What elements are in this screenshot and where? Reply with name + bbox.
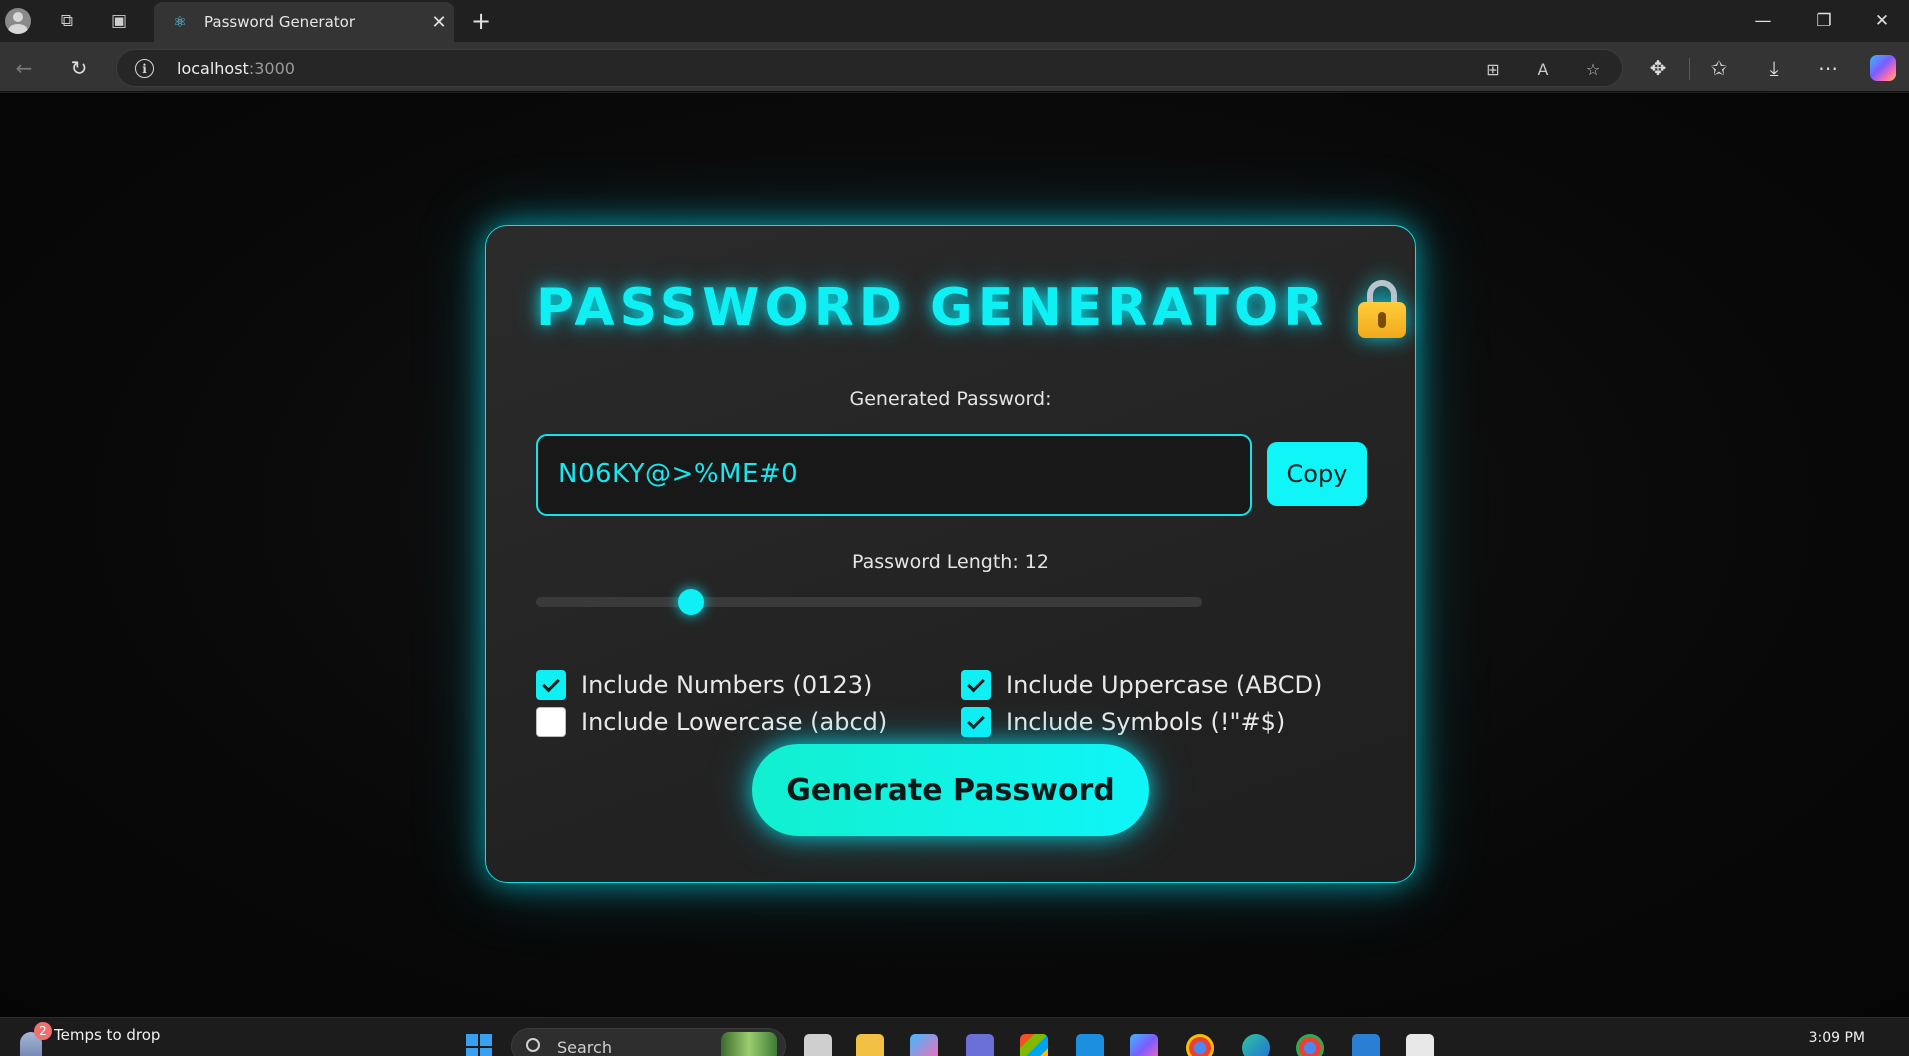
- search-placeholder: Search: [557, 1038, 612, 1056]
- new-tab-button[interactable]: +: [466, 6, 496, 36]
- address-input[interactable]: i localhost:3000 ⊞ A ☆: [116, 49, 1623, 87]
- tab-close-icon[interactable]: ✕: [424, 12, 454, 33]
- option-include-numbers[interactable]: Include Numbers (0123): [536, 670, 872, 700]
- url-host: localhost: [177, 59, 249, 78]
- snipping-tool-icon[interactable]: [1406, 1034, 1434, 1056]
- lock-icon: [1358, 278, 1407, 338]
- browser-tab-password-generator[interactable]: ⚛ Password Generator ✕: [154, 2, 454, 42]
- url-port: :3000: [248, 59, 295, 78]
- minimize-icon[interactable]: —: [1743, 6, 1783, 36]
- option-label: Include Symbols (!"#$): [1006, 708, 1286, 736]
- profile-avatar-icon[interactable]: [3, 6, 33, 36]
- url-text[interactable]: localhost:3000: [177, 59, 295, 78]
- generated-password-label: Generated Password:: [849, 388, 1052, 410]
- restore-icon[interactable]: ❐: [1804, 6, 1844, 36]
- length-slider[interactable]: [536, 589, 1202, 615]
- file-explorer-icon[interactable]: [856, 1034, 884, 1056]
- favorites-icon[interactable]: ✩: [1703, 52, 1735, 84]
- notification-badge: 2: [34, 1022, 52, 1040]
- chrome-icon[interactable]: [1186, 1034, 1214, 1056]
- favorite-star-icon[interactable]: ☆: [1580, 56, 1606, 82]
- checkbox-lowercase[interactable]: [536, 707, 566, 737]
- app-title: PASSWORD GENERATOR: [536, 278, 1329, 338]
- refresh-icon[interactable]: ↻: [63, 52, 95, 84]
- toolbar-separator: [1689, 58, 1690, 80]
- weather-text: Temps to drop: [54, 1026, 161, 1044]
- store-icon[interactable]: [1020, 1034, 1048, 1056]
- option-include-uppercase[interactable]: Include Uppercase (ABCD): [961, 670, 1322, 700]
- option-label: Include Uppercase (ABCD): [1006, 671, 1323, 699]
- slider-thumb[interactable]: [678, 589, 705, 615]
- browser-tab-strip: ⧉ ▣ ⚛ Password Generator ✕ + — ❐ ✕: [0, 0, 1909, 42]
- teams-icon[interactable]: [966, 1034, 994, 1056]
- edge-icon[interactable]: [1242, 1034, 1270, 1056]
- downloads-icon[interactable]: ⤓: [1758, 52, 1790, 84]
- copilot-app-icon[interactable]: [1130, 1034, 1158, 1056]
- task-view-icon[interactable]: [804, 1034, 832, 1056]
- system-clock[interactable]: 3:09 PM: [1809, 1030, 1865, 1047]
- address-bar-row: ← ↻ i localhost:3000 ⊞ A ☆ ✥ ✩ ⤓ ⋯: [0, 42, 1909, 92]
- generate-password-button[interactable]: Generate Password: [752, 744, 1149, 836]
- title-row: PASSWORD GENERATOR: [536, 278, 1407, 338]
- chrome-profile-icon[interactable]: [1296, 1034, 1324, 1056]
- more-menu-icon[interactable]: ⋯: [1812, 52, 1844, 84]
- option-include-symbols[interactable]: Include Symbols (!"#$): [961, 707, 1285, 737]
- vscode-icon[interactable]: [1352, 1034, 1380, 1056]
- weather-widget[interactable]: 2 Temps to drop: [18, 1022, 218, 1056]
- copilot-icon[interactable]: [1867, 52, 1899, 84]
- search-highlight-image: [721, 1032, 777, 1056]
- workspaces-icon[interactable]: ⧉: [52, 6, 82, 36]
- site-info-icon[interactable]: i: [135, 59, 154, 78]
- mail-icon[interactable]: [1076, 1034, 1104, 1056]
- copilot-taskbar-icon[interactable]: [910, 1034, 938, 1056]
- slider-track-fill: [536, 597, 692, 607]
- password-value: N06KY@>%ME#0: [558, 459, 799, 489]
- checkbox-uppercase[interactable]: [961, 670, 991, 700]
- windows-taskbar: 2 Temps to drop Search 3:09 PM: [0, 1017, 1909, 1056]
- tab-title: Password Generator: [204, 13, 356, 31]
- react-favicon-icon: ⚛: [173, 13, 187, 31]
- search-icon: [526, 1038, 540, 1052]
- password-generator-card: PASSWORD GENERATOR Generated Password: N…: [485, 225, 1416, 883]
- back-arrow-icon[interactable]: ←: [8, 52, 40, 84]
- app-available-icon[interactable]: ⊞: [1480, 56, 1506, 82]
- vertical-tabs-icon[interactable]: ▣: [104, 6, 134, 36]
- read-aloud-icon[interactable]: A: [1530, 56, 1556, 82]
- checkbox-numbers[interactable]: [536, 670, 566, 700]
- option-label: Include Lowercase (abcd): [581, 708, 888, 736]
- password-output-field[interactable]: N06KY@>%ME#0: [536, 434, 1252, 516]
- password-length-label: Password Length: 12: [852, 551, 1049, 573]
- windows-start-icon[interactable]: [466, 1034, 492, 1056]
- page-viewport: PASSWORD GENERATOR Generated Password: N…: [0, 93, 1909, 1017]
- taskbar-search[interactable]: Search: [511, 1028, 786, 1056]
- copy-button[interactable]: Copy: [1267, 442, 1367, 506]
- checkbox-symbols[interactable]: [961, 707, 991, 737]
- extensions-icon[interactable]: ✥: [1642, 52, 1674, 84]
- option-include-lowercase[interactable]: Include Lowercase (abcd): [536, 707, 887, 737]
- window-close-icon[interactable]: ✕: [1862, 6, 1902, 36]
- option-label: Include Numbers (0123): [581, 671, 873, 699]
